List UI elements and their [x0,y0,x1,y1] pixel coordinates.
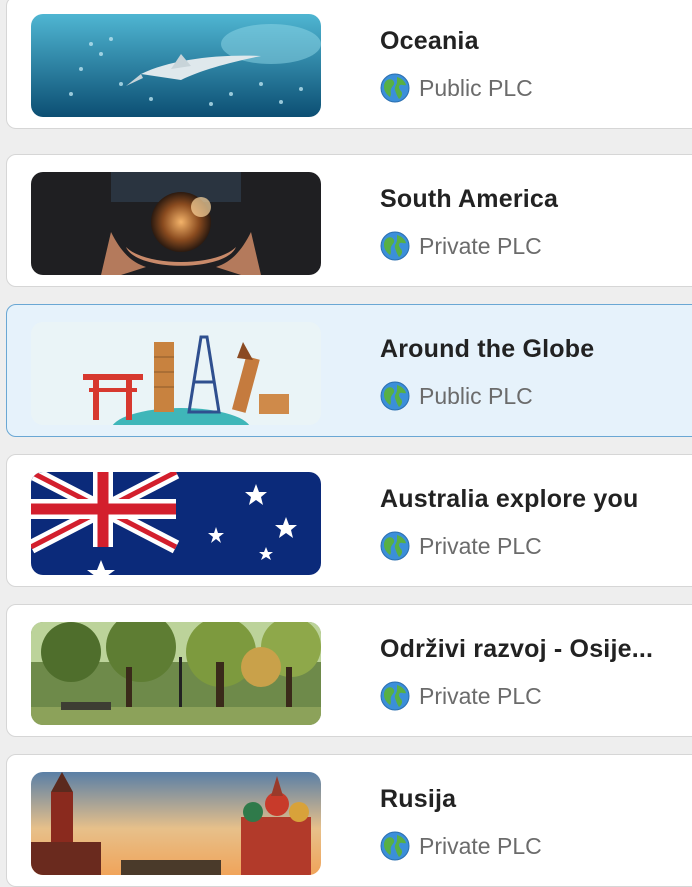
moscow-red-square-photo [31,772,321,875]
item-meta: Private PLC [380,831,542,861]
visibility-label: Private PLC [419,832,542,859]
ocean-shark-photo [31,14,321,117]
hands-holding-earth-photo [31,172,321,275]
list-item-odrzivi-razvoj[interactable]: Održivi razvoj - Osije... Private PLC [6,604,692,737]
visibility-label: Private PLC [419,232,542,259]
visibility-label: Public PLC [419,74,533,101]
list-item-oceania[interactable]: Oceania Public PLC [6,0,692,129]
park-trees-photo [31,622,321,725]
item-meta: Private PLC [380,681,542,711]
item-meta: Public PLC [380,73,533,103]
visibility-label: Public PLC [419,382,533,409]
item-title: Rusija [380,785,457,813]
globe-icon [380,831,410,861]
globe-icon [380,73,410,103]
item-title: Around the Globe [380,335,595,363]
list-item-australia-explore-you[interactable]: Australia explore you Private PLC [6,454,692,587]
item-meta: Private PLC [380,531,542,561]
item-title: Održivi razvoj - Osije... [380,635,654,663]
globe-icon [380,381,410,411]
visibility-label: Private PLC [419,532,542,559]
world-landmarks-illustration [31,322,321,425]
list-item-around-the-globe[interactable]: Around the Globe Public PLC [6,304,692,437]
item-title: Australia explore you [380,485,639,513]
globe-icon [380,681,410,711]
globe-icon [380,531,410,561]
course-list: Oceania Public PLC South America Private… [0,0,692,887]
item-title: Oceania [380,27,479,55]
item-title: South America [380,185,559,213]
australian-flag [31,472,321,575]
globe-icon [380,231,410,261]
item-meta: Private PLC [380,231,542,261]
visibility-label: Private PLC [419,682,542,709]
list-item-south-america[interactable]: South America Private PLC [6,154,692,287]
item-meta: Public PLC [380,381,533,411]
list-item-rusija[interactable]: Rusija Private PLC [6,754,692,887]
